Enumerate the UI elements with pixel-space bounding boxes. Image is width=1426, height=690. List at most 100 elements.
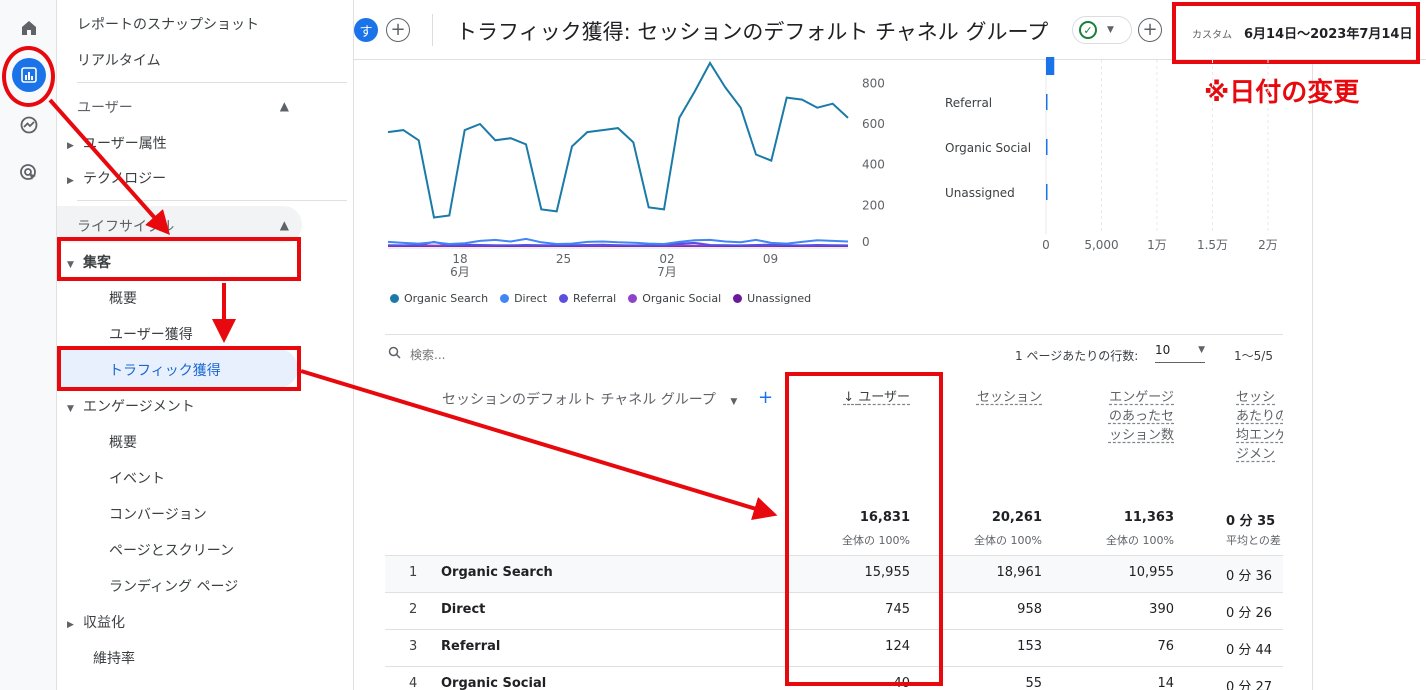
bar-x-tick-label: 5,000 xyxy=(1084,238,1118,252)
bar-category-label: Referral xyxy=(945,96,992,110)
nav-snapshot[interactable]: レポートのスナップショット xyxy=(77,14,259,34)
rows-per-page-select[interactable]: 10 ▼ xyxy=(1155,343,1205,363)
nav-user-acquisition[interactable]: ユーザー獲得 xyxy=(109,324,193,344)
legend-label: Referral xyxy=(573,292,617,305)
row-channel[interactable]: Organic Social xyxy=(441,676,546,690)
table-search-input[interactable] xyxy=(410,345,710,365)
total-avg: 0 分 35 xyxy=(1226,514,1276,529)
search-icon xyxy=(388,346,401,363)
row-engaged: 10,955 xyxy=(1128,565,1175,580)
legend-item[interactable]: Referral xyxy=(559,292,616,305)
nav-engagement-overview[interactable]: 概要 xyxy=(109,432,137,452)
y-tick-label: 400 xyxy=(862,158,885,172)
nav-realtime[interactable]: リアルタイム xyxy=(77,50,161,70)
total-engaged-share: 全体の 100% xyxy=(1106,534,1174,547)
total-engaged: 11,363 xyxy=(1123,510,1174,525)
page-title: トラフィック獲得: セッションのデフォルト チャネル グループ xyxy=(456,20,1049,44)
bar xyxy=(1046,184,1048,200)
row-channel[interactable]: Direct xyxy=(441,602,485,617)
y-tick-label: 200 xyxy=(862,198,885,212)
caret-down-icon: ▼ xyxy=(1107,25,1114,35)
bar-category-label: Unassigned xyxy=(945,186,1015,200)
chevron-up-icon[interactable]: ▲ xyxy=(280,99,289,113)
y-tick-label: 0 xyxy=(862,235,870,249)
right-gutter xyxy=(1312,60,1426,690)
annotation-box-date xyxy=(1172,2,1420,64)
nav-monetization[interactable]: ▶ 収益化 xyxy=(67,612,125,632)
avatar[interactable]: す xyxy=(354,18,378,42)
row-avg: 0 分 44 xyxy=(1226,643,1273,658)
nav-events[interactable]: イベント xyxy=(109,468,165,488)
status-dropdown[interactable]: ✓ ▼ xyxy=(1072,16,1132,44)
caret-right-icon: ▶ xyxy=(67,620,74,630)
legend-label: Organic Social xyxy=(642,292,722,305)
chevron-up-icon[interactable]: ▲ xyxy=(280,218,289,232)
row-rank: 4 xyxy=(409,676,418,690)
nav-landing-page[interactable]: ランディング ページ xyxy=(109,576,238,596)
row-rank: 1 xyxy=(409,565,418,580)
bar xyxy=(1046,139,1048,155)
legend-swatch xyxy=(628,294,638,303)
legend-item[interactable]: Organic Social xyxy=(628,292,721,305)
row-rank: 3 xyxy=(409,639,418,654)
annotation-box-users-column xyxy=(785,372,943,686)
caret-down-icon: ▼ xyxy=(67,404,74,414)
nav-acquisition-overview[interactable]: 概要 xyxy=(109,288,137,308)
row-channel[interactable]: Organic Search xyxy=(441,565,553,580)
header-divider xyxy=(432,14,433,46)
x-tick-label: 02 xyxy=(659,252,674,266)
total-sessions-share: 全体の 100% xyxy=(974,534,1042,547)
x-tick-sublabel: 7月 xyxy=(657,265,677,279)
add-comparison-icon[interactable]: + xyxy=(386,18,410,42)
report-nav: レポートのスナップショット リアルタイム ユーザー ▲ ▶ ユーザー属性 ▶ テクノ… xyxy=(57,0,354,690)
row-avg: 0 分 36 xyxy=(1226,569,1273,584)
column-engaged-sessions[interactable]: エンゲージ のあったセ ッション数 xyxy=(1100,388,1174,445)
caret-down-icon: ▼ xyxy=(730,397,738,407)
rows-per-page-value: 10 xyxy=(1155,343,1171,357)
row-rank: 2 xyxy=(409,602,418,617)
nav-conversions[interactable]: コンバージョン xyxy=(109,504,207,524)
caret-right-icon: ▶ xyxy=(67,141,74,151)
total-avg-sub: 平均との差 xyxy=(1226,534,1281,547)
nav-pages-screens[interactable]: ページとスクリーン xyxy=(109,540,234,560)
column-avg-engagement[interactable]: セッシ あたりの 均エンゲ ジメン xyxy=(1236,388,1283,464)
advertising-icon[interactable] xyxy=(12,156,46,190)
nav-section-user[interactable]: ユーザー xyxy=(77,97,133,117)
customize-report-icon[interactable]: + xyxy=(1138,18,1162,42)
column-sessions[interactable]: セッション xyxy=(962,388,1042,407)
nav-divider xyxy=(77,82,347,83)
x-tick-label: 09 xyxy=(763,252,778,266)
legend-label: Direct xyxy=(514,292,548,305)
dimension-header[interactable]: セッションのデフォルト チャネル グループ ▼ xyxy=(442,389,737,409)
nav-retention[interactable]: 維持率 xyxy=(93,648,135,668)
add-dimension-icon[interactable]: + xyxy=(758,387,773,408)
nav-divider xyxy=(77,200,347,201)
chart-legend: Organic Search Direct Referral Organic Soci… xyxy=(390,292,811,305)
legend-item[interactable]: Unassigned xyxy=(733,292,811,305)
pagination-info: 1～5/5 xyxy=(1234,349,1273,363)
bar-x-tick-label: 0 xyxy=(1042,238,1050,252)
bar-x-tick-label: 1.5万 xyxy=(1197,238,1228,252)
row-sessions: 55 xyxy=(1025,676,1042,690)
row-channel[interactable]: Referral xyxy=(441,639,500,654)
series-line xyxy=(387,237,849,246)
row-engaged: 390 xyxy=(1149,602,1174,617)
y-tick-label: 800 xyxy=(862,76,885,90)
caret-down-icon: ▼ xyxy=(1198,345,1205,355)
legend-swatch xyxy=(559,294,569,303)
y-tick-label: 600 xyxy=(862,117,885,131)
legend-swatch xyxy=(733,294,743,303)
legend-item[interactable]: Direct xyxy=(500,292,547,305)
table-divider xyxy=(385,334,1283,335)
nav-section-lifecycle[interactable]: ライフサイクル xyxy=(77,216,174,236)
bar-x-tick-label: 1万 xyxy=(1147,238,1167,252)
row-sessions: 18,961 xyxy=(996,565,1043,580)
legend-item[interactable]: Organic Search xyxy=(390,292,488,305)
nav-engagement[interactable]: ▼ エンゲージメント xyxy=(67,396,195,416)
legend-label: Organic Search xyxy=(404,292,489,305)
home-icon[interactable] xyxy=(12,11,46,45)
nav-technology[interactable]: ▶ テクノロジー xyxy=(67,168,166,188)
explore-icon[interactable] xyxy=(12,108,46,142)
legend-swatch xyxy=(390,294,399,303)
nav-user-attributes[interactable]: ▶ ユーザー属性 xyxy=(67,133,167,153)
